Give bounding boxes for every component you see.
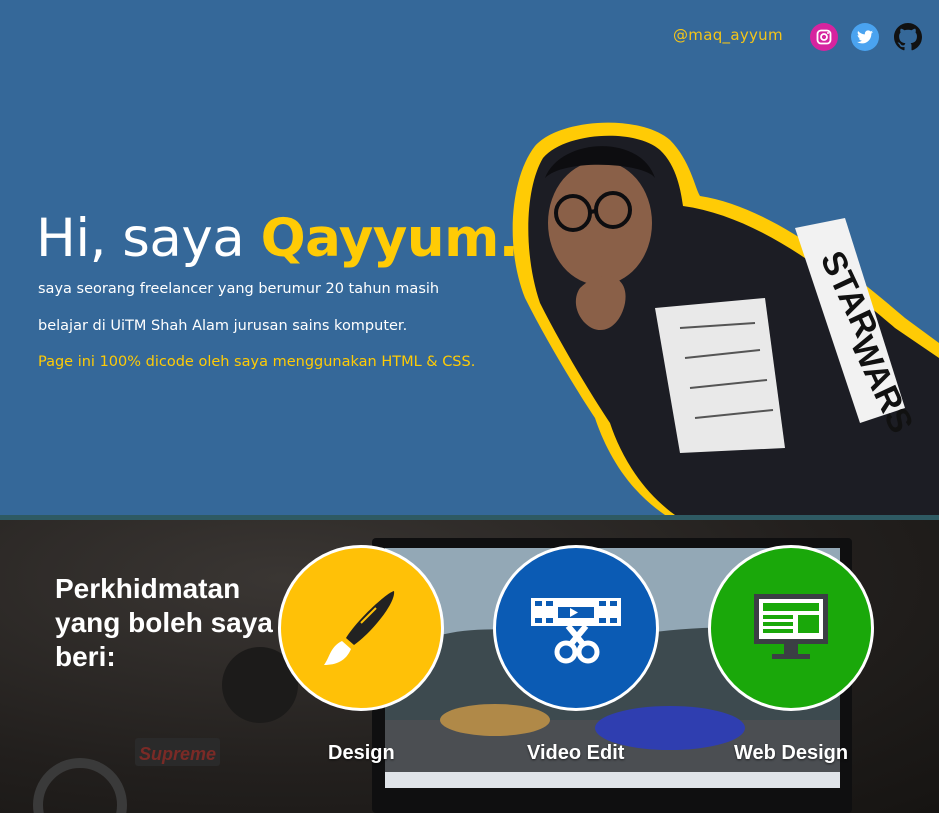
service-video-circle[interactable]	[493, 545, 659, 711]
profile-photo: STAR WARS	[512, 122, 939, 515]
service-label-design: Design	[328, 742, 395, 764]
intro-line-2: belajar di UiTM Shah Alam jurusan sains …	[38, 318, 408, 334]
intro-line-3: Page ini 100% dicode oleh saya menggunak…	[38, 354, 476, 370]
name-text: Qayyum.	[260, 208, 519, 269]
service-label-video-edit: Video Edit	[527, 742, 625, 764]
github-icon[interactable]	[894, 23, 922, 51]
brush-icon	[324, 591, 395, 665]
monitor-icon	[754, 594, 828, 659]
hero-section: @maq_ayyum Hi, saya Qayyum. saya seorang…	[0, 0, 939, 515]
services-heading: Perkhidmatan yang boleh saya beri:	[55, 573, 273, 672]
twitter-icon[interactable]	[851, 23, 879, 51]
hero-heading: Hi, saya Qayyum.	[36, 208, 519, 269]
instagram-icon[interactable]	[810, 23, 838, 51]
service-design-circle[interactable]	[278, 545, 444, 711]
video-edit-icon	[531, 598, 621, 664]
service-web-circle[interactable]	[708, 545, 874, 711]
username-link[interactable]: @maq_ayyum	[673, 26, 783, 44]
supreme-text: Supreme	[139, 744, 216, 764]
services-section: Supreme Perkhidmatan yang boleh saya ber…	[0, 520, 939, 813]
service-label-web-design: Web Design	[734, 742, 849, 764]
intro-line-1: saya seorang freelancer yang berumur 20 …	[38, 281, 440, 297]
greeting-text: Hi, saya	[36, 208, 261, 269]
